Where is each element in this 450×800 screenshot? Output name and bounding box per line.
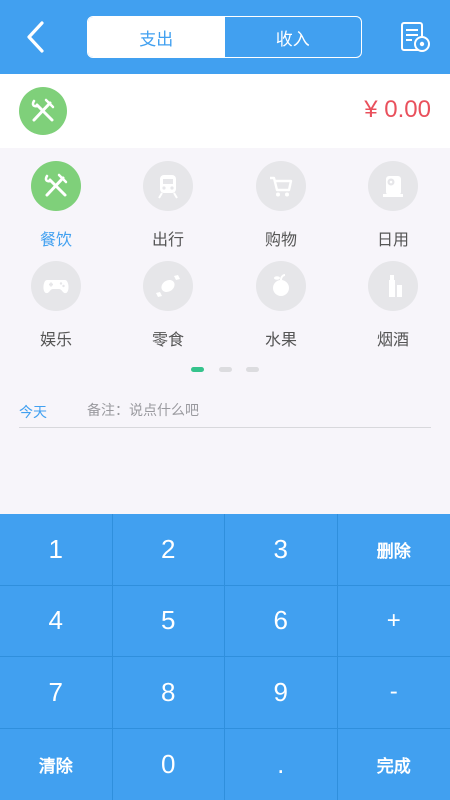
selected-category-icon — [19, 87, 67, 135]
note-input[interactable] — [87, 398, 427, 424]
key-0[interactable]: 0 — [113, 728, 225, 800]
shopping-cart-icon — [270, 176, 293, 197]
category-label: 零食 — [151, 330, 184, 349]
category-icon-circle — [368, 161, 418, 211]
tab-income[interactable]: 收入 — [225, 17, 362, 57]
category-icon-circle — [256, 261, 306, 311]
category-entertainment[interactable]: 娱乐 — [6, 256, 106, 352]
page-dot-2[interactable] — [219, 367, 232, 372]
category-dining[interactable]: 餐饮 — [6, 156, 106, 252]
top-bar: 支出 收入 — [0, 0, 450, 74]
type-segmented-control: 支出 收入 — [87, 16, 362, 58]
category-icon-circle — [256, 161, 306, 211]
back-button[interactable] — [22, 20, 50, 54]
category-snacks[interactable]: 零食 — [118, 256, 218, 352]
numeric-keypad: 1 2 3 删除 4 5 6 + 7 8 9 - 清除 0 . 完成 — [0, 514, 450, 800]
page-dot-1[interactable] — [191, 367, 204, 372]
category-daily[interactable]: 日用 — [343, 156, 443, 252]
fork-knife-icon — [31, 98, 55, 122]
category-label: 烟酒 — [376, 330, 409, 349]
tissue-roll-icon — [383, 176, 403, 197]
category-tobacco-alcohol[interactable]: 烟酒 — [343, 256, 443, 352]
tab-expense[interactable]: 支出 — [88, 17, 225, 57]
list-settings-icon — [401, 22, 430, 52]
minus-button[interactable]: - — [337, 657, 450, 729]
amount-row: ¥ 0.00 — [0, 74, 450, 148]
page-indicator — [0, 367, 450, 373]
records-menu-button[interactable] — [398, 20, 432, 54]
key-6[interactable]: 6 — [225, 585, 338, 657]
category-icon-circle — [31, 161, 81, 211]
fork-knife-icon — [44, 173, 68, 197]
plus-button[interactable]: + — [337, 586, 450, 657]
candy-icon — [156, 275, 180, 297]
category-transport[interactable]: 出行 — [118, 156, 218, 252]
note-row: 今天 — [19, 398, 431, 428]
fruit-icon — [273, 274, 289, 296]
category-label: 餐饮 — [39, 230, 72, 249]
gamepad-icon — [43, 280, 69, 294]
key-8[interactable]: 8 — [112, 657, 225, 729]
train-icon — [158, 175, 178, 199]
category-shopping[interactable]: 购物 — [231, 156, 331, 252]
delete-button[interactable]: 删除 — [337, 514, 450, 586]
category-label: 出行 — [151, 230, 184, 249]
category-label: 购物 — [264, 230, 297, 249]
key-9[interactable]: 9 — [225, 657, 338, 729]
category-icon-circle — [143, 161, 193, 211]
chevron-left-icon — [27, 21, 44, 53]
category-fruit[interactable]: 水果 — [231, 256, 331, 352]
category-icon-circle — [143, 261, 193, 311]
bottle-icon — [389, 275, 402, 297]
clear-button[interactable]: 清除 — [0, 728, 113, 800]
key-5[interactable]: 5 — [112, 585, 225, 657]
decimal-point-button[interactable]: . — [225, 728, 338, 800]
key-2[interactable]: 2 — [112, 514, 225, 586]
category-label: 日用 — [376, 230, 409, 249]
key-7[interactable]: 7 — [0, 657, 113, 729]
category-label: 娱乐 — [39, 330, 72, 349]
category-icon-circle — [368, 261, 418, 311]
key-3[interactable]: 3 — [225, 514, 338, 586]
date-picker[interactable]: 今天 — [19, 402, 47, 422]
amount-display: ¥ 0.00 — [364, 96, 431, 123]
key-1[interactable]: 1 — [0, 514, 113, 586]
done-button[interactable]: 完成 — [338, 729, 450, 800]
page-dot-3[interactable] — [246, 367, 259, 372]
category-icon-circle — [31, 261, 81, 311]
key-4[interactable]: 4 — [0, 585, 113, 657]
category-label: 水果 — [264, 330, 297, 349]
